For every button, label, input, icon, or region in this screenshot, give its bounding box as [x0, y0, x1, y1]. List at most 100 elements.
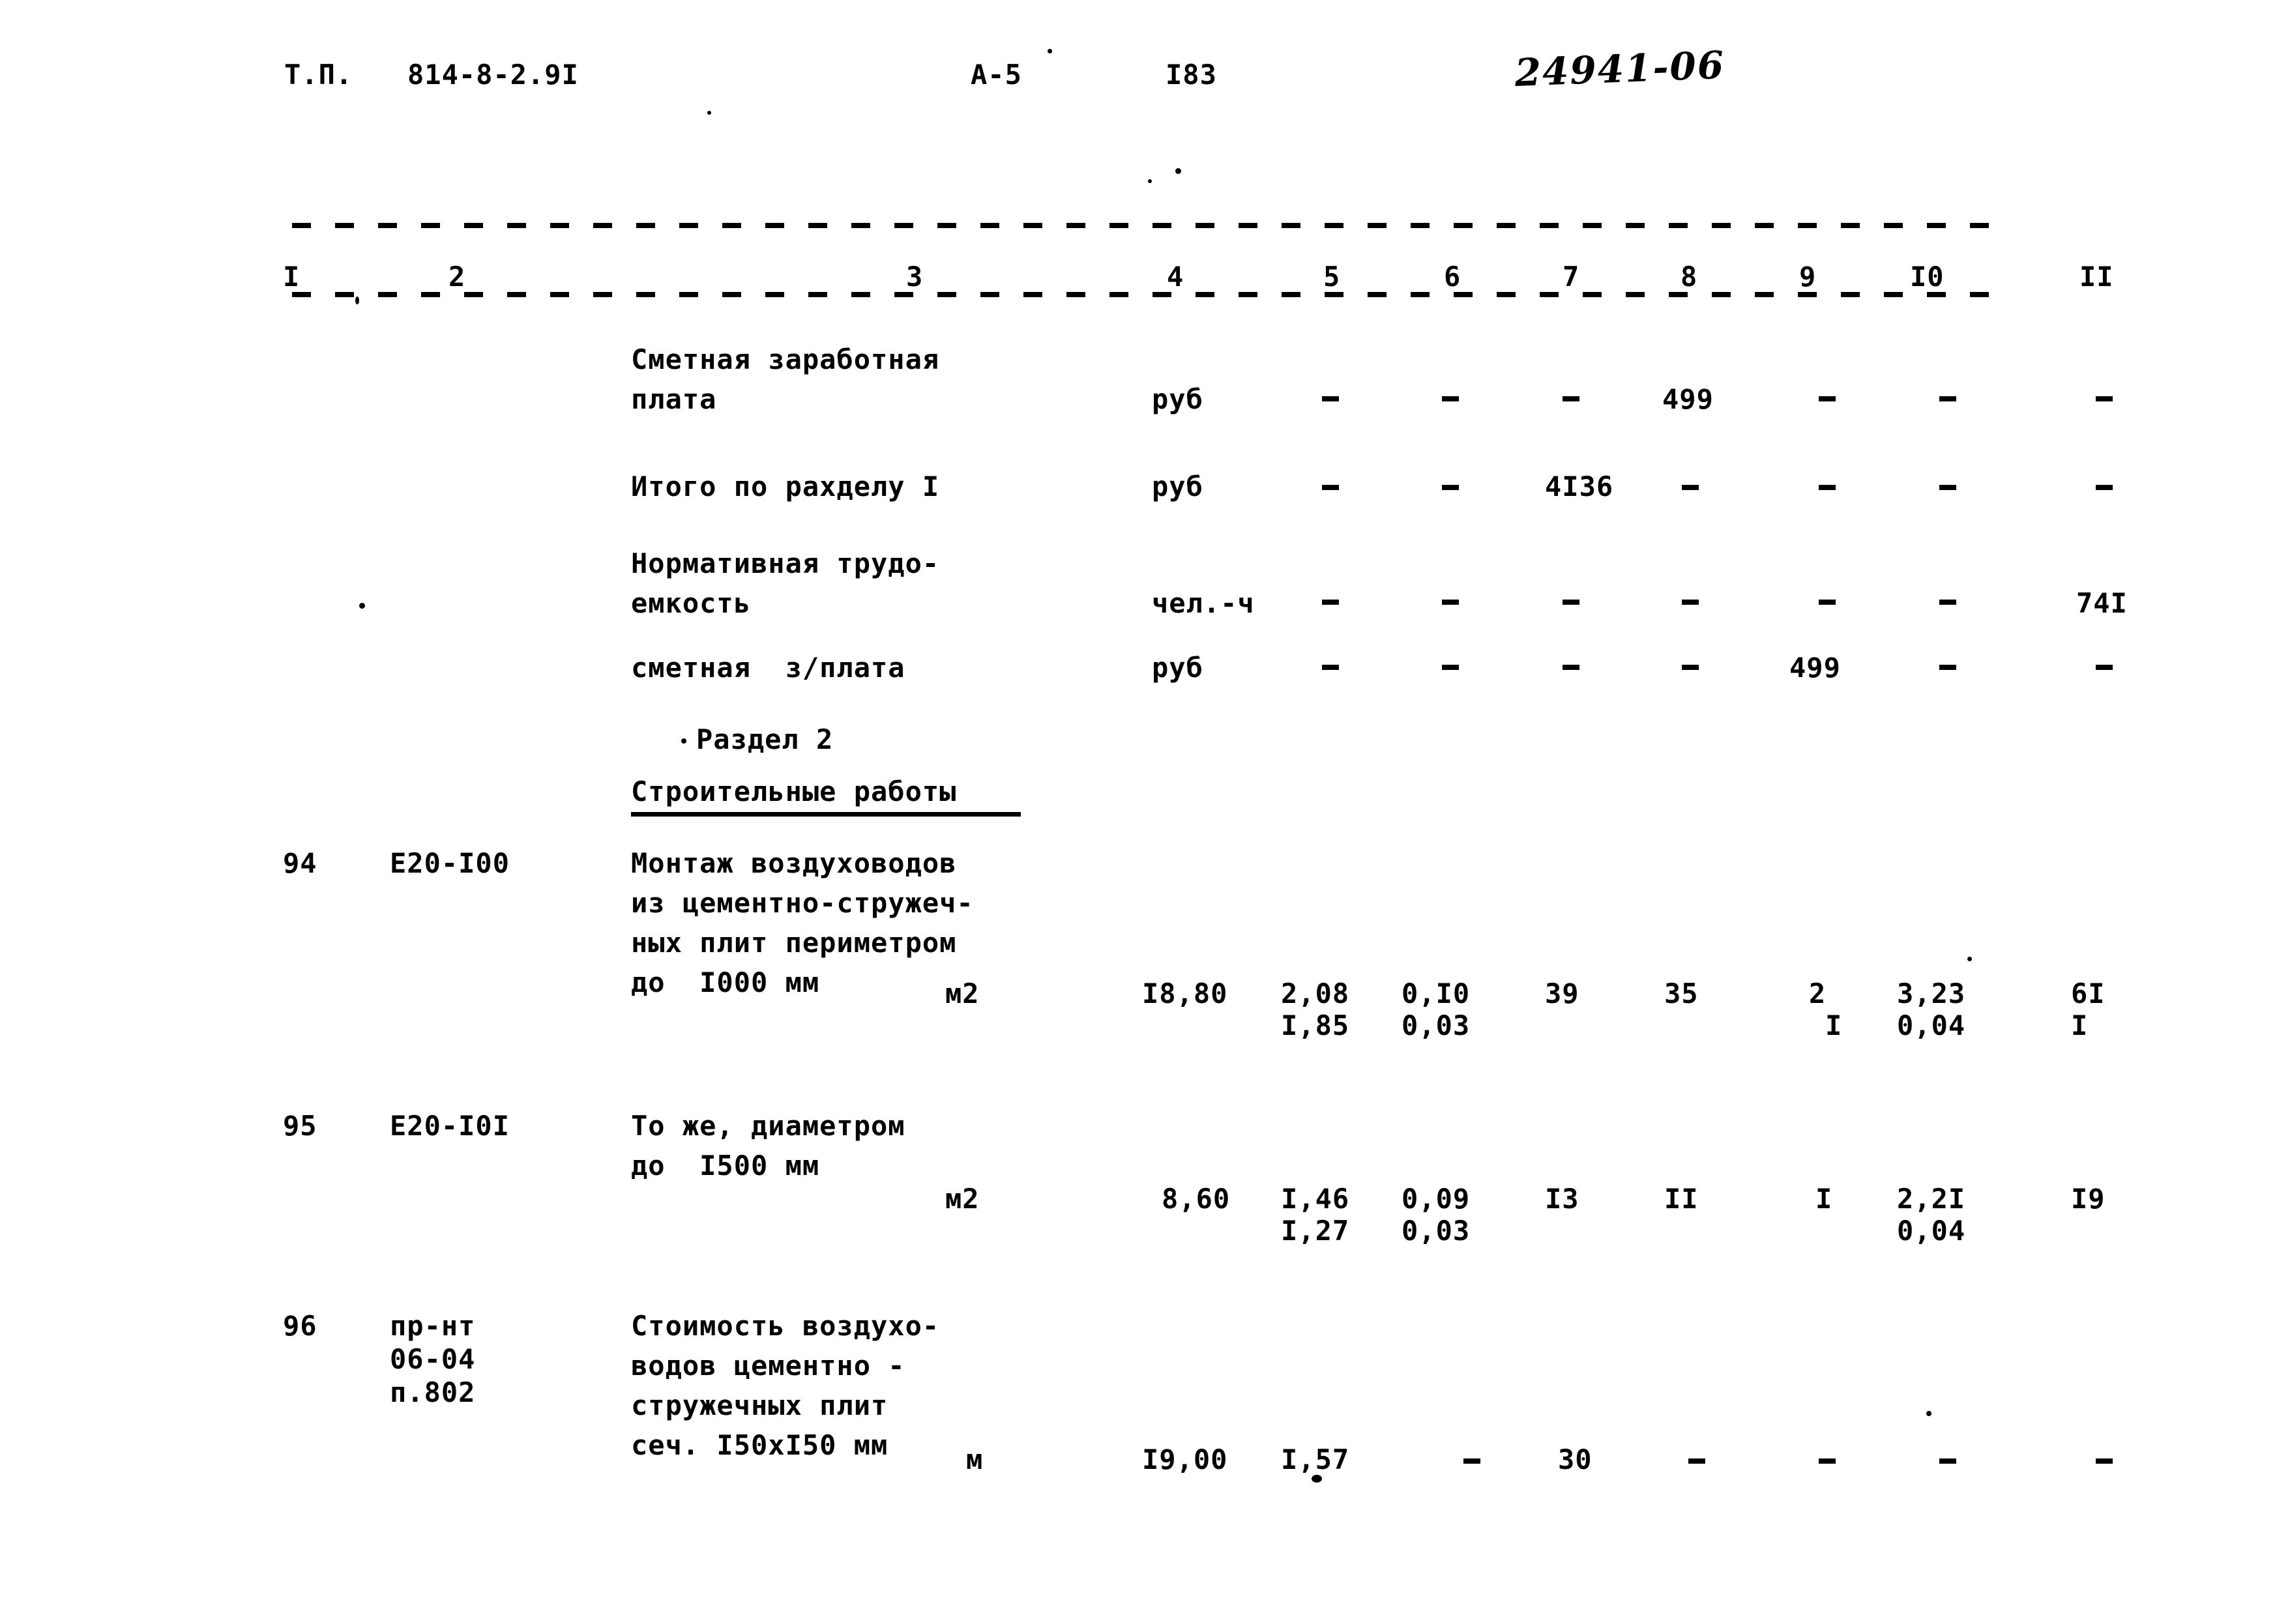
cell-dash-c8: [1688, 1458, 1705, 1464]
cell-dash-c11: [2096, 1458, 2113, 1464]
cell-dash-c5: [1322, 665, 1339, 670]
cell-value-c9: I: [1815, 1183, 1833, 1215]
scan-speck: [1048, 49, 1052, 53]
cell-dash-c6: [1442, 485, 1459, 490]
section-subtitle: Строительные работы: [631, 776, 957, 807]
cell-dash-c8: [1682, 485, 1699, 490]
cell-value-c9: 499: [1789, 652, 1841, 684]
cell-value-c10-sub: 0,04: [1897, 1215, 1966, 1247]
cell-dash-c11: [2096, 665, 2113, 670]
cell-dash-c10: [1939, 665, 1956, 670]
page-number: I83: [1166, 59, 1217, 91]
row-description-line: из цементно-стружеч-: [631, 887, 974, 919]
scan-speck: [1148, 179, 1152, 183]
cell-value-c8: II: [1664, 1183, 1699, 1215]
cell-value-c11: I9: [2071, 1183, 2106, 1215]
cell-value-c6-sub: 0,03: [1402, 1009, 1471, 1041]
row-description-line: Монтаж воздуховодов: [631, 847, 957, 879]
row-description-line: стружечных плит: [631, 1389, 888, 1421]
cell-value-c9: 2: [1809, 978, 1827, 1009]
cell-value-c11-sub: I: [2071, 1009, 2089, 1041]
scan-speck: [707, 111, 711, 115]
cell-dash-c7: [1563, 600, 1579, 605]
cell-dash-c5: [1322, 600, 1339, 605]
column-header-8: 8: [1681, 261, 1698, 293]
cell-dash-c11: [2096, 485, 2113, 490]
row-code-line: п.802: [390, 1376, 476, 1408]
row-number: 96: [283, 1310, 317, 1342]
cell-value-c10: 3,23: [1897, 978, 1966, 1009]
column-header-3: 3: [906, 261, 924, 293]
scan-speck: [355, 297, 359, 304]
row-description-line: плата: [631, 383, 717, 415]
row-number: 95: [283, 1110, 317, 1142]
row-description-line: сеч. I50хI50 мм: [631, 1429, 888, 1461]
table-header-rule: [292, 292, 2005, 297]
cell-value-c5-sub: I,27: [1281, 1215, 1350, 1247]
row-code: Е20-I0I: [390, 1110, 510, 1142]
row-unit: чел.-ч: [1152, 587, 1255, 619]
column-header-10: I0: [1910, 261, 1945, 293]
cell-dash-c6: [1442, 600, 1459, 605]
row-code: Е20-I00: [390, 847, 510, 879]
cell-value-c7: 30: [1558, 1443, 1593, 1475]
cell-value-c8: 35: [1664, 978, 1699, 1009]
section-subtitle-underline: [631, 812, 1021, 817]
cell-dash-c8: [1682, 665, 1699, 670]
cell-value-c8: 499: [1662, 383, 1714, 415]
table-top-rule: [292, 223, 2005, 228]
row-unit: руб: [1152, 652, 1203, 684]
row-description-line: ных плит периметром: [631, 927, 957, 959]
row-description-line: Итого по рахделу I: [631, 471, 940, 502]
column-header-1: I: [283, 261, 301, 293]
cell-dash-c11: [2096, 396, 2113, 401]
column-header-7: 7: [1563, 261, 1580, 293]
cell-dash-c9: [1819, 600, 1836, 605]
scan-speck: [359, 603, 365, 609]
row-description-line: Стоимость воздухо-: [631, 1310, 940, 1342]
cell-dash-c10: [1939, 396, 1956, 401]
cell-value-c10: 2,2I: [1897, 1183, 1966, 1215]
handwritten-stamp: 24941-06: [1514, 42, 1726, 95]
cell-value-c11: 74I: [2076, 587, 2128, 619]
cell-value-c6: 0,I0: [1402, 978, 1471, 1009]
cell-value-c6: 0,09: [1402, 1183, 1471, 1215]
cell-value-c11: 6I: [2071, 978, 2106, 1009]
section-title: Раздел 2: [696, 723, 834, 755]
row-description-line: Нормативная трудо-: [631, 547, 940, 579]
row-code-line: 06-04: [390, 1343, 476, 1375]
document-type-label: Т.П.: [284, 59, 353, 91]
row-unit: м: [966, 1443, 984, 1475]
row-description-line: до I500 мм: [631, 1150, 820, 1182]
row-description-line: емкость: [631, 587, 752, 619]
column-header-9: 9: [1799, 261, 1817, 293]
cell-dash-c8: [1682, 600, 1699, 605]
cell-dash-c6: [1463, 1458, 1480, 1464]
cell-value-c10-sub: 0,04: [1897, 1009, 1966, 1041]
cell-value-c5: 2,08: [1281, 978, 1350, 1009]
scan-speck: [1175, 168, 1181, 174]
cell-value-c5: I,57: [1281, 1443, 1350, 1475]
sheet-code: А-5: [971, 59, 1022, 91]
cell-dash-c9: [1819, 396, 1836, 401]
cell-dash-c6: [1442, 396, 1459, 401]
row-number: 94: [283, 847, 317, 879]
row-description-line: сметная з/плата: [631, 652, 905, 684]
row-description-line: То же, диаметром: [631, 1110, 905, 1142]
cell-value-c4: 8,60: [1162, 1183, 1231, 1215]
cell-value-c7: I3: [1545, 1183, 1579, 1215]
row-description-line: водов цементно -: [631, 1350, 905, 1382]
cell-value-c9-sub: I: [1825, 1009, 1843, 1041]
column-header-4: 4: [1167, 261, 1184, 293]
scan-speck: [1312, 1475, 1322, 1483]
scan-speck: [681, 738, 686, 744]
cell-dash-c9: [1819, 485, 1836, 490]
cell-value-c4: I9,00: [1142, 1443, 1228, 1475]
cell-dash-c7: [1563, 396, 1579, 401]
cell-dash-c5: [1322, 485, 1339, 490]
row-unit: м2: [945, 978, 980, 1009]
project-code: 814-8-2.9I: [407, 59, 579, 91]
cell-value-c7: 4I36: [1545, 471, 1614, 502]
scan-speck: [1967, 957, 1972, 961]
column-header-5: 5: [1323, 261, 1341, 293]
